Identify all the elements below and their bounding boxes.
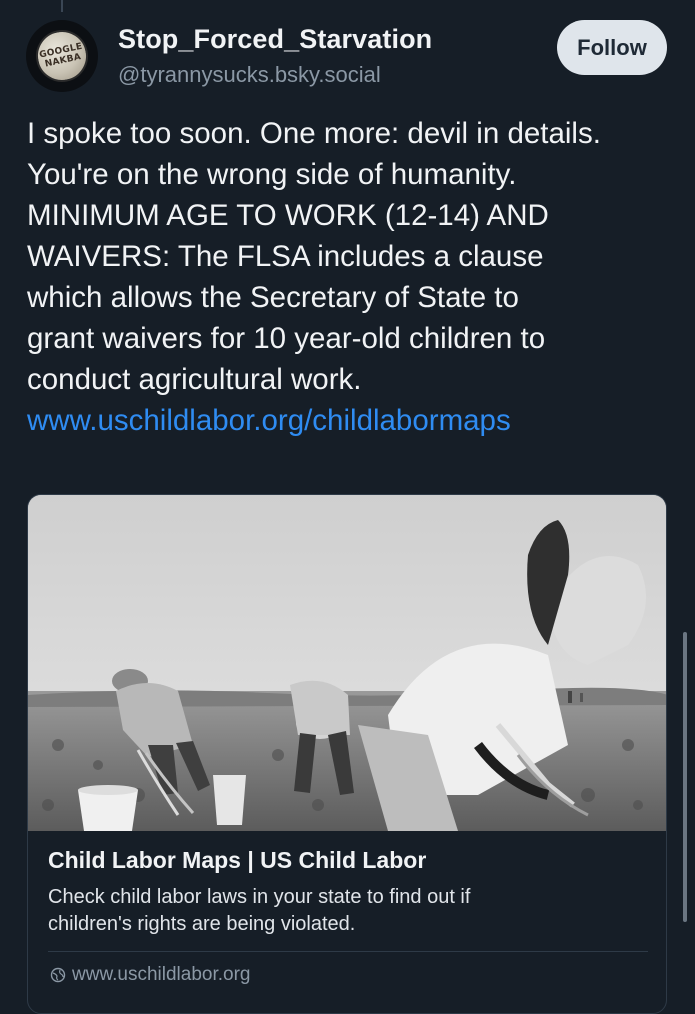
post-text-line: I spoke too soon. One more: devil in det… bbox=[27, 117, 601, 150]
link-preview-card[interactable]: Child Labor Maps | US Child Labor Check … bbox=[27, 494, 667, 1014]
link-card-domain: www.uschildlabor.org bbox=[50, 964, 250, 986]
author-handle[interactable]: @tyrannysucks.bsky.social bbox=[118, 62, 381, 88]
avatar[interactable]: GOOGLE NAKBA bbox=[26, 20, 98, 92]
globe-icon bbox=[50, 967, 66, 983]
author-display-name[interactable]: Stop_Forced_Starvation bbox=[118, 24, 432, 55]
link-card-title[interactable]: Child Labor Maps | US Child Labor bbox=[48, 847, 426, 874]
link-card-description-line: children's rights are being violated. bbox=[48, 913, 356, 935]
post-text-line: MINIMUM AGE TO WORK (12-14) AND bbox=[27, 199, 549, 232]
post-text-line: WAIVERS: The FLSA includes a clause bbox=[27, 240, 544, 273]
post-text-line: conduct agricultural work. bbox=[27, 363, 362, 396]
photo-farm-workers-icon bbox=[28, 495, 666, 831]
link-card-domain-text: www.uschildlabor.org bbox=[72, 964, 251, 985]
link-card-description: Check child labor laws in your state to … bbox=[48, 884, 648, 938]
post-body: I spoke too soon. One more: devil in det… bbox=[27, 113, 677, 441]
post-text-line: You're on the wrong side of humanity. bbox=[27, 158, 517, 191]
post-link[interactable]: www.uschildlabor.org/childlabormaps bbox=[27, 404, 511, 437]
scrollbar[interactable] bbox=[683, 632, 687, 922]
link-card-divider bbox=[48, 951, 648, 952]
post-text-line: grant waivers for 10 year-old children t… bbox=[27, 322, 546, 355]
post-header: GOOGLE NAKBA Stop_Forced_Starvation @tyr… bbox=[0, 0, 695, 110]
avatar-badge-icon: GOOGLE NAKBA bbox=[31, 25, 93, 87]
follow-button[interactable]: Follow bbox=[557, 20, 667, 75]
post-text-line: which allows the Secretary of State to bbox=[27, 281, 519, 314]
link-card-description-line: Check child labor laws in your state to … bbox=[48, 886, 471, 908]
